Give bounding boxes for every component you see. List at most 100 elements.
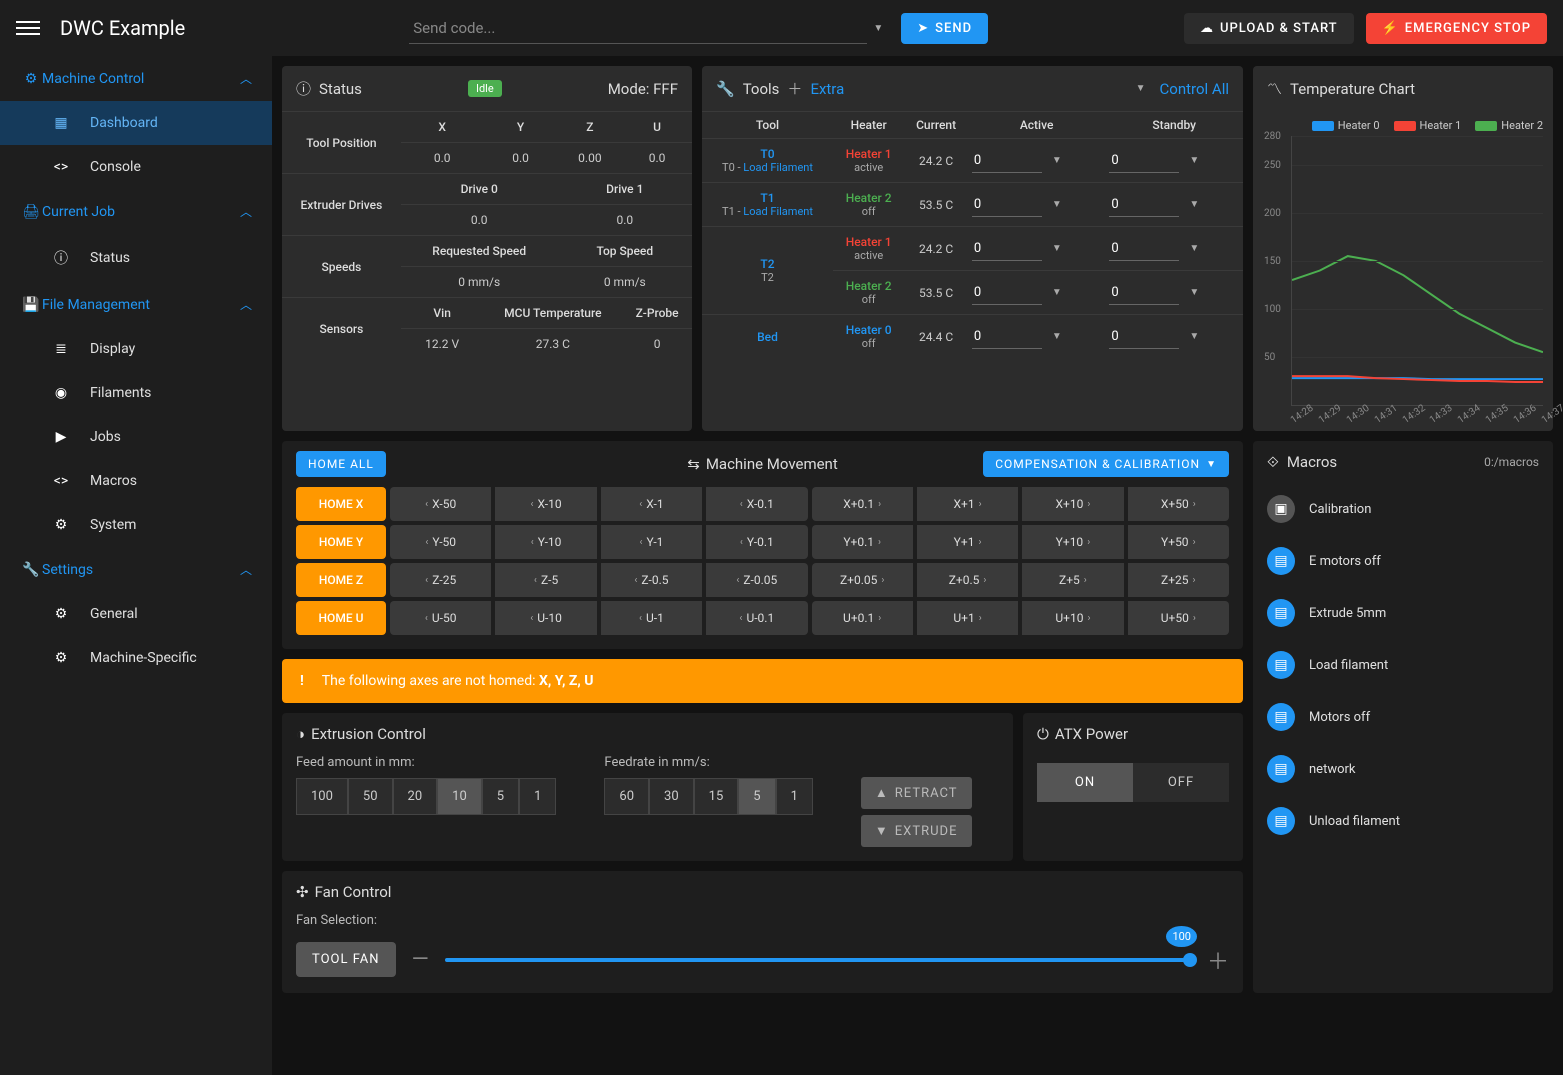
- nav-item-macros[interactable]: <>Macros: [0, 459, 272, 503]
- chevron-down-icon[interactable]: ▼: [1189, 155, 1199, 166]
- move-button[interactable]: Y+0.1›: [812, 525, 913, 559]
- move-button[interactable]: ‹Y-1: [601, 525, 702, 559]
- move-button[interactable]: ‹Y-0.1: [706, 525, 807, 559]
- plus-icon[interactable]: ＋: [787, 78, 802, 99]
- nav-item-status[interactable]: ⓘStatus: [0, 234, 272, 282]
- standby-temp-input[interactable]: [1109, 325, 1179, 349]
- fan-slider-thumb[interactable]: [1183, 953, 1197, 967]
- nav-item-display[interactable]: ≣Display: [0, 327, 272, 371]
- active-temp-input[interactable]: [972, 325, 1042, 349]
- nav-group-current-job[interactable]: 🖨Current Job︿: [0, 189, 272, 234]
- feedrate-option[interactable]: 15: [694, 778, 739, 815]
- move-button[interactable]: ‹X-50: [390, 487, 491, 521]
- macro-item[interactable]: ▤ Load filament: [1253, 639, 1553, 691]
- feed-amount-option[interactable]: 10: [437, 778, 482, 815]
- active-temp-input[interactable]: [972, 281, 1042, 305]
- move-button[interactable]: X+1›: [917, 487, 1018, 521]
- control-all-link[interactable]: Control All: [1160, 80, 1229, 98]
- move-button[interactable]: Z+25›: [1128, 563, 1229, 597]
- retract-button[interactable]: ▲RETRACT: [861, 777, 972, 809]
- move-button[interactable]: Y+10›: [1022, 525, 1123, 559]
- nav-group-settings[interactable]: 🔧Settings︿: [0, 547, 272, 592]
- menu-icon[interactable]: [16, 16, 40, 40]
- tool-link-Bed[interactable]: Bed: [706, 330, 829, 344]
- feed-amount-option[interactable]: 100: [296, 778, 348, 815]
- move-button[interactable]: ‹X-1: [601, 487, 702, 521]
- nav-item-filaments[interactable]: ◉Filaments: [0, 371, 272, 415]
- feed-amount-option[interactable]: 50: [348, 778, 393, 815]
- macro-item[interactable]: ▤ network: [1253, 743, 1553, 795]
- feed-amount-option[interactable]: 20: [393, 778, 438, 815]
- nav-item-dashboard[interactable]: ▦Dashboard: [0, 101, 272, 145]
- home-axis-button[interactable]: HOME X: [296, 487, 386, 521]
- macro-item[interactable]: ▣ Calibration: [1253, 483, 1553, 535]
- active-temp-input[interactable]: [972, 237, 1042, 261]
- feedrate-option[interactable]: 1: [776, 778, 813, 815]
- atx-off-button[interactable]: OFF: [1133, 763, 1229, 802]
- active-temp-input[interactable]: [972, 149, 1042, 173]
- nav-item-jobs[interactable]: ▶Jobs: [0, 415, 272, 459]
- upload-start-button[interactable]: ☁ UPLOAD & START: [1184, 13, 1354, 44]
- nav-item-console[interactable]: <>Console: [0, 145, 272, 189]
- chevron-down-icon[interactable]: ▼: [873, 23, 883, 34]
- move-button[interactable]: ‹Z-0.05: [706, 563, 807, 597]
- active-temp-input[interactable]: [972, 193, 1042, 217]
- load-filament-link[interactable]: Load Filament: [743, 205, 813, 218]
- home-axis-button[interactable]: HOME Y: [296, 525, 386, 559]
- move-button[interactable]: ‹U-10: [495, 601, 596, 635]
- move-button[interactable]: Z+5›: [1022, 563, 1123, 597]
- chevron-down-icon[interactable]: ▼: [1189, 243, 1199, 254]
- compensation-button[interactable]: COMPENSATION & CALIBRATION ▼: [983, 451, 1229, 477]
- standby-temp-input[interactable]: [1109, 149, 1179, 173]
- move-button[interactable]: X+10›: [1022, 487, 1123, 521]
- feedrate-option[interactable]: 30: [649, 778, 694, 815]
- tools-extra-link[interactable]: Extra: [810, 80, 844, 98]
- chevron-down-icon[interactable]: ▼: [1052, 155, 1062, 166]
- fan-decrease-button[interactable]: —: [412, 947, 429, 972]
- send-button[interactable]: ➤ SEND: [901, 13, 988, 44]
- move-button[interactable]: U+1›: [917, 601, 1018, 635]
- fan-increase-button[interactable]: ＋: [1207, 944, 1229, 976]
- move-button[interactable]: Y+50›: [1128, 525, 1229, 559]
- standby-temp-input[interactable]: [1109, 193, 1179, 217]
- nav-item-system[interactable]: ⚙System: [0, 503, 272, 547]
- move-button[interactable]: ‹Z-5: [495, 563, 596, 597]
- extrude-button[interactable]: ▼EXTRUDE: [861, 815, 972, 847]
- move-button[interactable]: Z+0.05›: [812, 563, 913, 597]
- move-button[interactable]: ‹Z-0.5: [601, 563, 702, 597]
- tool-link-T0[interactable]: T0: [706, 147, 829, 161]
- move-button[interactable]: ‹Z-25: [390, 563, 491, 597]
- move-button[interactable]: ‹U-0.1: [706, 601, 807, 635]
- home-axis-button[interactable]: HOME U: [296, 601, 386, 635]
- chevron-down-icon[interactable]: ▼: [1052, 243, 1062, 254]
- tool-link-T2[interactable]: T2: [706, 257, 829, 271]
- nav-item-machine-specific[interactable]: ⚙Machine-Specific: [0, 636, 272, 680]
- atx-on-button[interactable]: ON: [1037, 763, 1133, 802]
- load-filament-link[interactable]: Load Filament: [743, 161, 813, 174]
- move-button[interactable]: ‹Y-10: [495, 525, 596, 559]
- standby-temp-input[interactable]: [1109, 281, 1179, 305]
- chevron-down-icon[interactable]: ▼: [1189, 331, 1199, 342]
- feedrate-option[interactable]: 5: [738, 778, 775, 815]
- macro-item[interactable]: ▤ Motors off: [1253, 691, 1553, 743]
- move-button[interactable]: ‹X-10: [495, 487, 596, 521]
- feedrate-option[interactable]: 60: [604, 778, 649, 815]
- emergency-stop-button[interactable]: ⚡ EMERGENCY STOP: [1366, 13, 1547, 44]
- move-button[interactable]: Z+0.5›: [917, 563, 1018, 597]
- chevron-down-icon[interactable]: ▼: [1052, 331, 1062, 342]
- move-button[interactable]: X+50›: [1128, 487, 1229, 521]
- move-button[interactable]: ‹Y-50: [390, 525, 491, 559]
- nav-group-file-management[interactable]: 💾File Management︿: [0, 282, 272, 327]
- nav-item-general[interactable]: ⚙General: [0, 592, 272, 636]
- chevron-down-icon[interactable]: ▼: [1052, 199, 1062, 210]
- move-button[interactable]: ‹U-1: [601, 601, 702, 635]
- chevron-down-icon[interactable]: ▼: [1189, 287, 1199, 298]
- move-button[interactable]: X+0.1›: [812, 487, 913, 521]
- move-button[interactable]: Y+1›: [917, 525, 1018, 559]
- home-axis-button[interactable]: HOME Z: [296, 563, 386, 597]
- standby-temp-input[interactable]: [1109, 237, 1179, 261]
- chevron-down-icon[interactable]: ▼: [1136, 83, 1146, 94]
- home-all-button[interactable]: HOME ALL: [296, 451, 386, 477]
- macro-item[interactable]: ▤ Unload filament: [1253, 795, 1553, 847]
- nav-group-machine-control[interactable]: ⚙Machine Control︿: [0, 56, 272, 101]
